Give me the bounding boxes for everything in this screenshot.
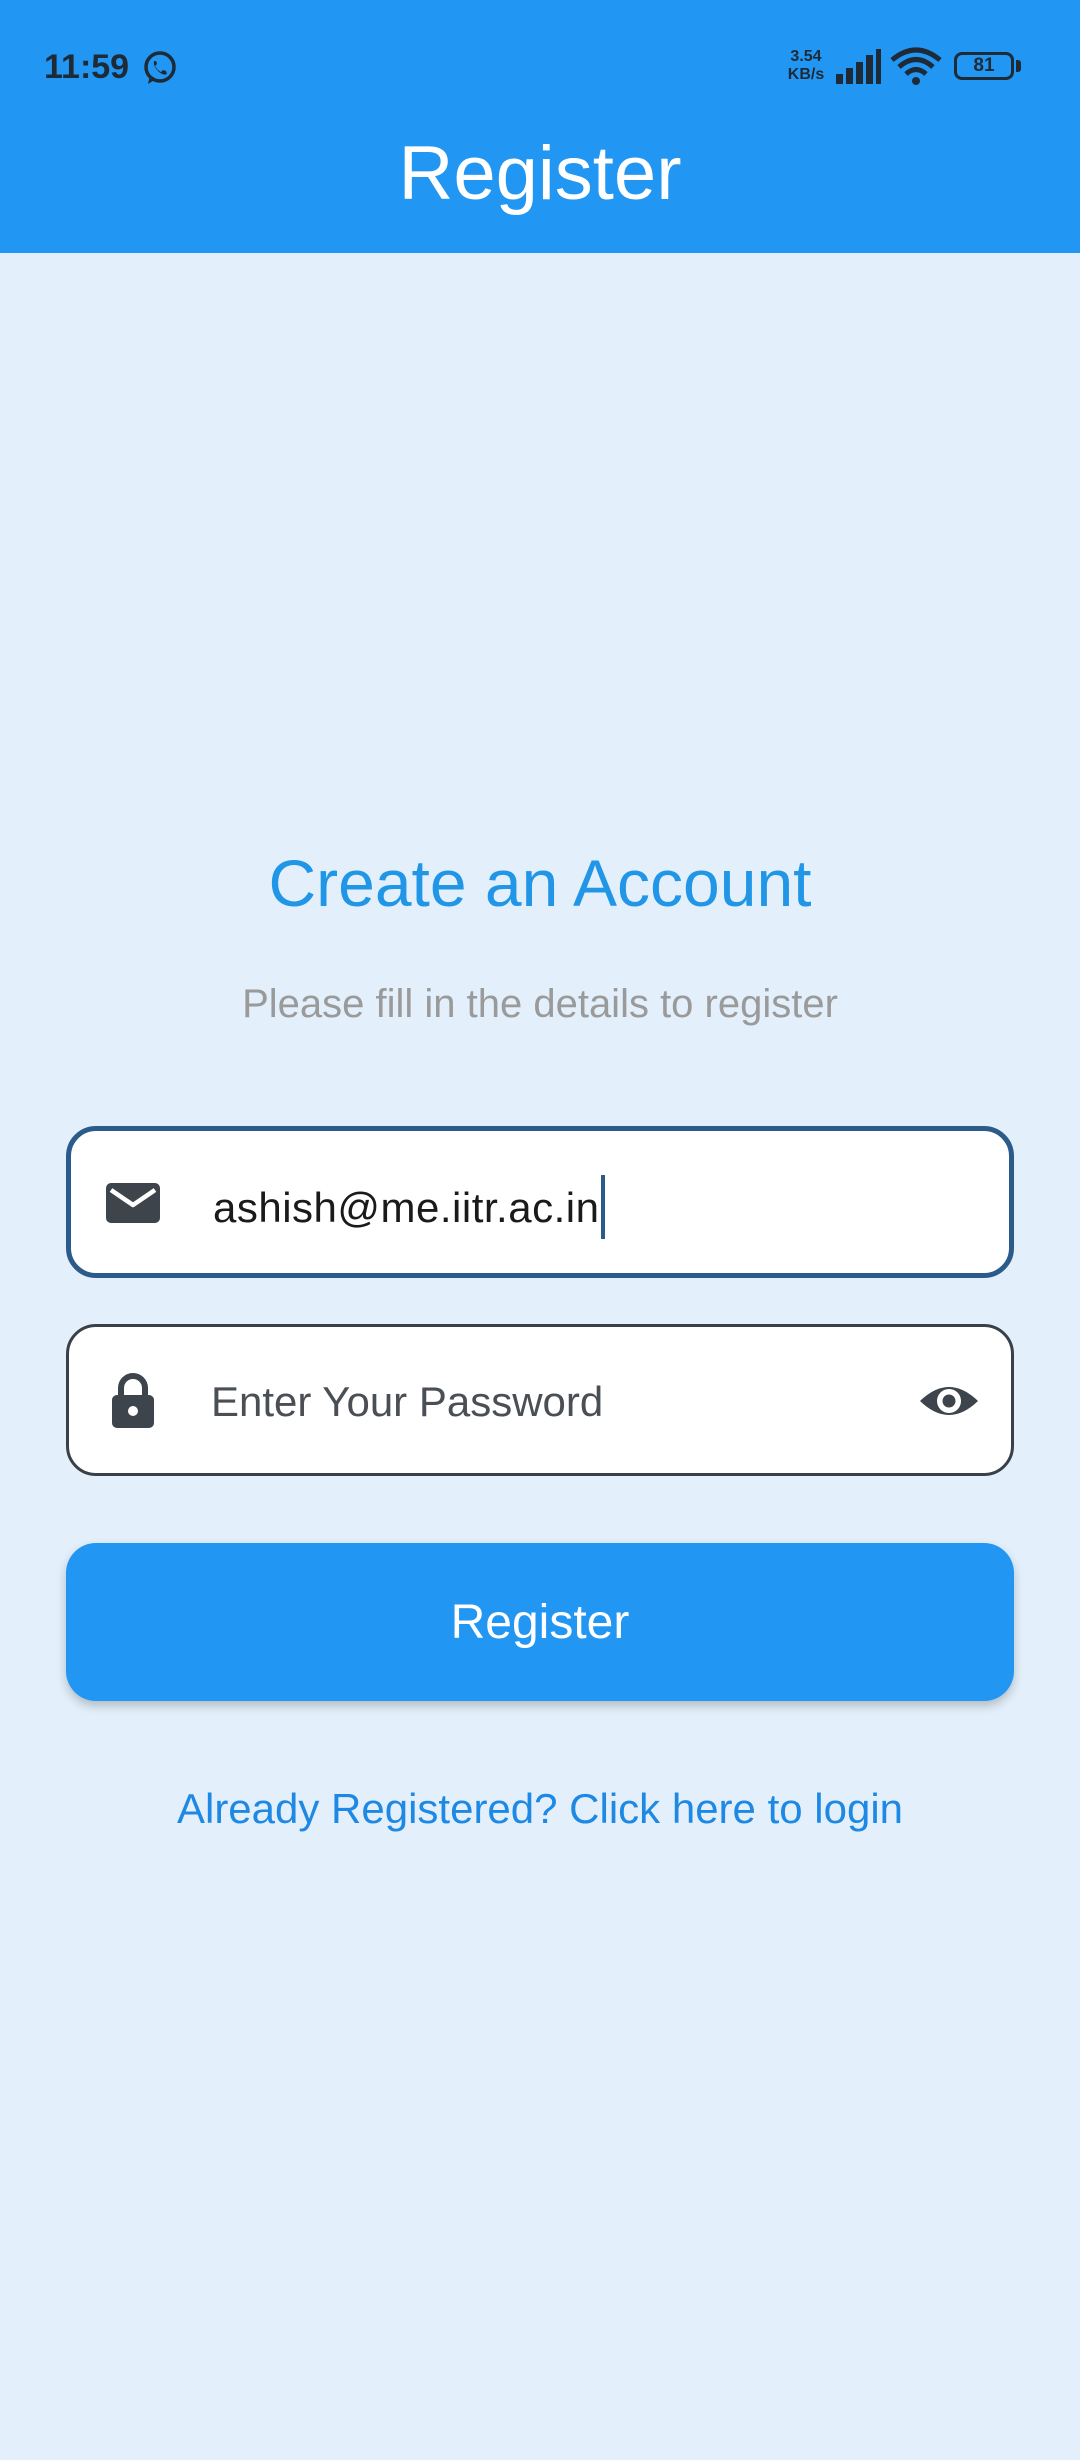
email-field[interactable]: ashish@me.iitr.ac.in bbox=[66, 1126, 1014, 1278]
network-speed: 3.54 KB/s bbox=[782, 48, 830, 84]
text-cursor bbox=[601, 1175, 606, 1239]
whatsapp-icon bbox=[144, 51, 176, 84]
signal-icon bbox=[836, 49, 881, 84]
lock-icon bbox=[112, 1373, 154, 1428]
password-field[interactable] bbox=[66, 1324, 1014, 1476]
password-input[interactable] bbox=[209, 1365, 853, 1439]
network-speed-unit: KB/s bbox=[787, 66, 825, 83]
email-value[interactable]: ashish@me.iitr.ac.in bbox=[213, 1175, 606, 1243]
wifi-icon bbox=[890, 47, 942, 85]
network-speed-value: 3.54 bbox=[790, 48, 822, 65]
login-link[interactable]: Already Registered? Click here to login bbox=[0, 1785, 1080, 1833]
create-account-heading: Create an Account bbox=[268, 846, 812, 920]
register-subheading: Please fill in the details to register bbox=[242, 982, 838, 1026]
battery-tip bbox=[1016, 60, 1021, 72]
battery-icon: 81 bbox=[954, 52, 1014, 80]
eye-icon[interactable] bbox=[917, 1375, 981, 1427]
email-text: ashish@me.iitr.ac.in bbox=[213, 1184, 600, 1232]
mail-icon bbox=[106, 1183, 160, 1223]
register-button[interactable]: Register bbox=[66, 1543, 1014, 1701]
status-bar: 11:59 3.54 KB/s 81 bbox=[0, 0, 1080, 135]
status-time: 11:59 bbox=[44, 48, 130, 86]
page-title: Register bbox=[398, 131, 682, 216]
